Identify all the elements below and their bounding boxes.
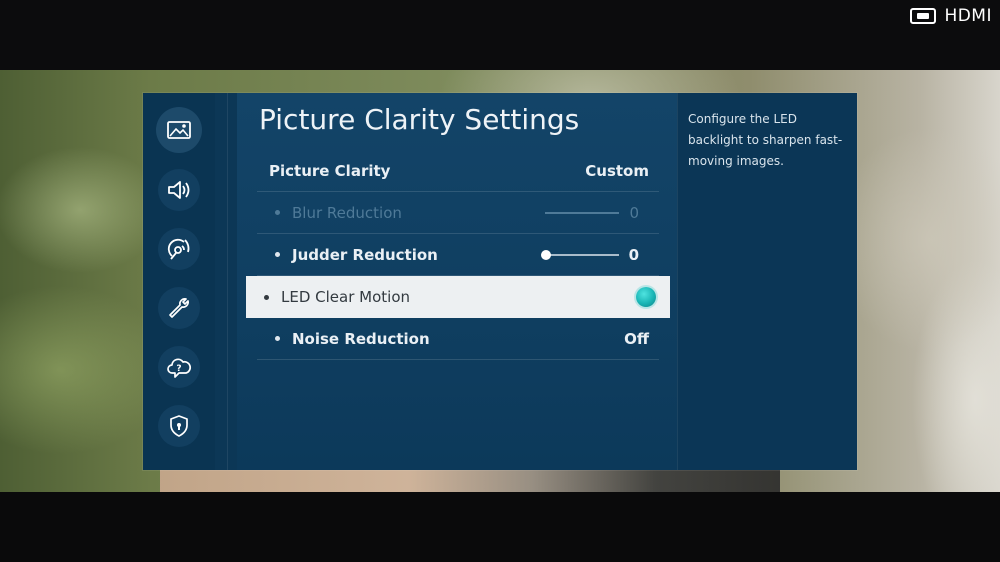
letterbox-top [0,0,1000,70]
picture-clarity-value: Custom [585,161,649,180]
led-clear-motion-label: LED Clear Motion [281,288,411,306]
led-clear-motion-toggle[interactable] [636,287,656,307]
blur-reduction-slider [545,211,619,214]
settings-panel: ? Picture Clarity Settings Picture Clari… [143,93,857,470]
picture-clarity-label: Picture Clarity [269,161,391,180]
sidebar-item-privacy[interactable] [158,405,200,447]
noise-reduction-row[interactable]: Noise Reduction Off [257,318,659,360]
slider-knob[interactable] [541,249,551,260]
blur-reduction-value: 0 [629,203,639,222]
sidebar-item-sound[interactable] [158,169,200,211]
page-title: Picture Clarity Settings [259,103,580,136]
video-scene-detail [160,470,780,492]
broadcast-icon [167,238,190,260]
input-source-indicator: HDMI [910,6,992,26]
settings-list: Picture Clarity Settings Picture Clarity… [237,93,677,470]
wrench-icon [169,298,189,318]
noise-reduction-label: Noise Reduction [292,329,430,348]
hdmi-port-icon [910,8,937,24]
sidebar-item-general[interactable] [158,287,200,329]
picture-clarity-row[interactable]: Picture Clarity Custom [257,150,659,192]
picture-icon [167,121,191,139]
bullet [275,252,280,257]
svg-text:?: ? [176,364,181,374]
help-panel: Configure the LED backlight to sharpen f… [677,93,857,470]
help-text: Configure the LED backlight to sharpen f… [688,112,843,168]
bullet [275,210,280,215]
sidebar-item-support[interactable]: ? [158,346,200,388]
bullet [275,336,280,341]
noise-reduction-value: Off [624,329,649,348]
settings-sidebar: ? [143,93,215,470]
blur-reduction-row: Blur Reduction 0 [257,192,659,234]
judder-reduction-value: 0 [628,245,639,264]
judder-reduction-row[interactable]: Judder Reduction 0 [257,234,659,276]
judder-reduction-slider[interactable] [541,249,619,260]
judder-reduction-label: Judder Reduction [292,245,438,264]
sidebar-item-broadcasting[interactable] [158,228,200,270]
shield-icon [170,415,188,437]
led-clear-motion-row[interactable]: LED Clear Motion [246,276,670,318]
sidebar-divider [215,93,237,470]
sound-icon [168,181,190,199]
support-cloud-icon: ? [167,358,192,378]
bullet [264,294,269,300]
input-source-label: HDMI [944,6,992,26]
sidebar-item-picture[interactable] [156,107,202,153]
blur-reduction-label: Blur Reduction [292,203,402,222]
letterbox-bottom [0,492,1000,562]
